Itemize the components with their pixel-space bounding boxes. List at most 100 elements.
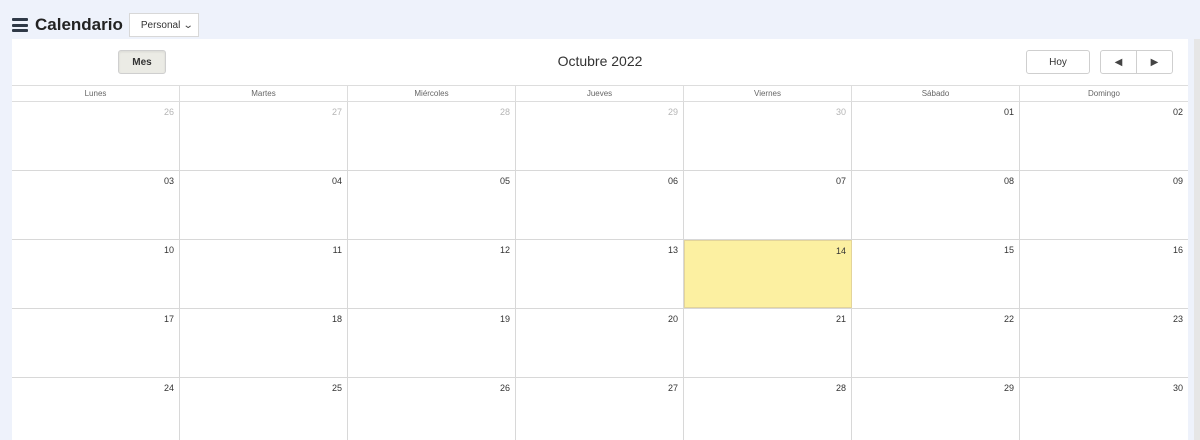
day-number: 03: [163, 176, 174, 186]
month-grid: Lunes Martes Miércoles Jueves Viernes Sábado D…: [12, 85, 1188, 440]
day-number: 04: [331, 176, 342, 186]
day-cell[interactable]: 23: [1020, 309, 1188, 377]
day-cell[interactable]: 26: [348, 378, 516, 440]
weekday-header-cell: Jueves: [516, 86, 684, 101]
day-number: 20: [667, 314, 678, 324]
day-number: 15: [1003, 245, 1014, 255]
day-number: 26: [499, 383, 510, 393]
day-cell[interactable]: 12: [348, 240, 516, 308]
calendar-select-value: Personal: [140, 19, 181, 31]
weekday-header-cell: Martes: [180, 86, 348, 101]
nav-buttons: ◀ ▶: [1100, 50, 1173, 74]
day-cell[interactable]: 03: [12, 171, 180, 239]
week-row: 26 27 28 29 30 01 02: [12, 102, 1188, 171]
day-cell[interactable]: 07: [684, 171, 852, 239]
day-number: 10: [163, 245, 174, 255]
day-cell[interactable]: 17: [12, 309, 180, 377]
day-number: 22: [1003, 314, 1014, 324]
triangle-left-icon: ◀: [1114, 56, 1123, 68]
day-cell[interactable]: 04: [180, 171, 348, 239]
day-cell[interactable]: 19: [348, 309, 516, 377]
day-number: 17: [163, 314, 174, 324]
day-number: 07: [835, 176, 846, 186]
day-number: 27: [667, 383, 678, 393]
day-number: 21: [835, 314, 846, 324]
day-cell[interactable]: 27: [180, 102, 348, 170]
day-cell[interactable]: 15: [852, 240, 1020, 308]
prev-month-button[interactable]: ◀: [1101, 51, 1136, 73]
calendar-select[interactable]: Personal ⌄: [128, 13, 199, 37]
day-cell[interactable]: 22: [852, 309, 1020, 377]
day-number: 01: [1003, 107, 1014, 117]
day-number: 30: [1172, 383, 1183, 393]
day-number: 27: [331, 107, 342, 117]
day-number: 08: [1003, 176, 1014, 186]
triangle-right-icon: ▶: [1150, 56, 1159, 68]
day-number: 09: [1172, 176, 1183, 186]
week-row: 10 11 12 13 14 15 16: [12, 240, 1188, 309]
day-cell[interactable]: 13: [516, 240, 684, 308]
chevron-down-icon: ⌄: [183, 19, 195, 31]
day-number: 28: [835, 383, 846, 393]
day-number: 25: [331, 383, 342, 393]
day-cell[interactable]: 11: [180, 240, 348, 308]
day-number: 16: [1172, 245, 1183, 255]
week-row: 24 25 26 27 28 29 30: [12, 378, 1188, 440]
day-number: 05: [499, 176, 510, 186]
scrollbar[interactable]: [1194, 39, 1200, 440]
day-cell[interactable]: 10: [12, 240, 180, 308]
day-number: 06: [667, 176, 678, 186]
day-cell[interactable]: 28: [348, 102, 516, 170]
day-cell[interactable]: 01: [852, 102, 1020, 170]
calendar-list-icon: [12, 18, 28, 32]
day-cell[interactable]: 30: [684, 102, 852, 170]
today-button[interactable]: Hoy: [1026, 50, 1090, 74]
week-row: 17 18 19 20 21 22 23: [12, 309, 1188, 378]
weekday-header-cell: Miércoles: [348, 86, 516, 101]
day-number: 19: [499, 314, 510, 324]
day-cell[interactable]: 08: [852, 171, 1020, 239]
day-cell[interactable]: 26: [12, 102, 180, 170]
weekday-header: Lunes Martes Miércoles Jueves Viernes Sábado D…: [12, 85, 1188, 102]
page-title: Calendario: [35, 15, 123, 34]
day-cell[interactable]: 18: [180, 309, 348, 377]
day-number: 26: [163, 107, 174, 117]
day-cell[interactable]: 09: [1020, 171, 1188, 239]
week-row: 03 04 05 06 07 08 09: [12, 171, 1188, 240]
weekday-header-cell: Viernes: [684, 86, 852, 101]
day-number: 14: [835, 246, 846, 256]
period-title: Octubre 2022: [557, 53, 643, 69]
day-cell[interactable]: 25: [180, 378, 348, 440]
day-cell[interactable]: 21: [684, 309, 852, 377]
day-number: 23: [1172, 314, 1183, 324]
day-number: 28: [499, 107, 510, 117]
weekday-header-cell: Sábado: [852, 86, 1020, 101]
day-cell[interactable]: 30: [1020, 378, 1188, 440]
day-number: 29: [1003, 383, 1014, 393]
day-cell[interactable]: 24: [12, 378, 180, 440]
day-cell-today[interactable]: 14: [684, 240, 852, 308]
day-cell[interactable]: 06: [516, 171, 684, 239]
next-month-button[interactable]: ▶: [1136, 51, 1172, 73]
weekday-header-cell: Lunes: [12, 86, 180, 101]
day-cell[interactable]: 02: [1020, 102, 1188, 170]
day-cell[interactable]: 28: [684, 378, 852, 440]
day-number: 12: [499, 245, 510, 255]
day-cell[interactable]: 05: [348, 171, 516, 239]
day-number: 29: [667, 107, 678, 117]
day-number: 30: [835, 107, 846, 117]
calendar-panel: Mes Octubre 2022 Hoy ◀ ▶ Lunes Martes Miér…: [12, 39, 1188, 440]
day-cell[interactable]: 27: [516, 378, 684, 440]
day-number: 11: [332, 245, 342, 255]
weeks-container: 26 27 28 29 30 01 02 03 04 05 06 07 08 09 10 11 12 13 14 15…: [12, 102, 1188, 440]
day-cell[interactable]: 20: [516, 309, 684, 377]
day-number: 02: [1172, 107, 1183, 117]
day-number: 24: [163, 383, 174, 393]
day-number: 18: [331, 314, 342, 324]
weekday-header-cell: Domingo: [1087, 89, 1120, 98]
day-number: 13: [667, 245, 678, 255]
day-cell[interactable]: 29: [852, 378, 1020, 440]
app-header: Calendario Personal ⌄: [12, 12, 199, 38]
day-cell[interactable]: 29: [516, 102, 684, 170]
day-cell[interactable]: 16: [1020, 240, 1188, 308]
